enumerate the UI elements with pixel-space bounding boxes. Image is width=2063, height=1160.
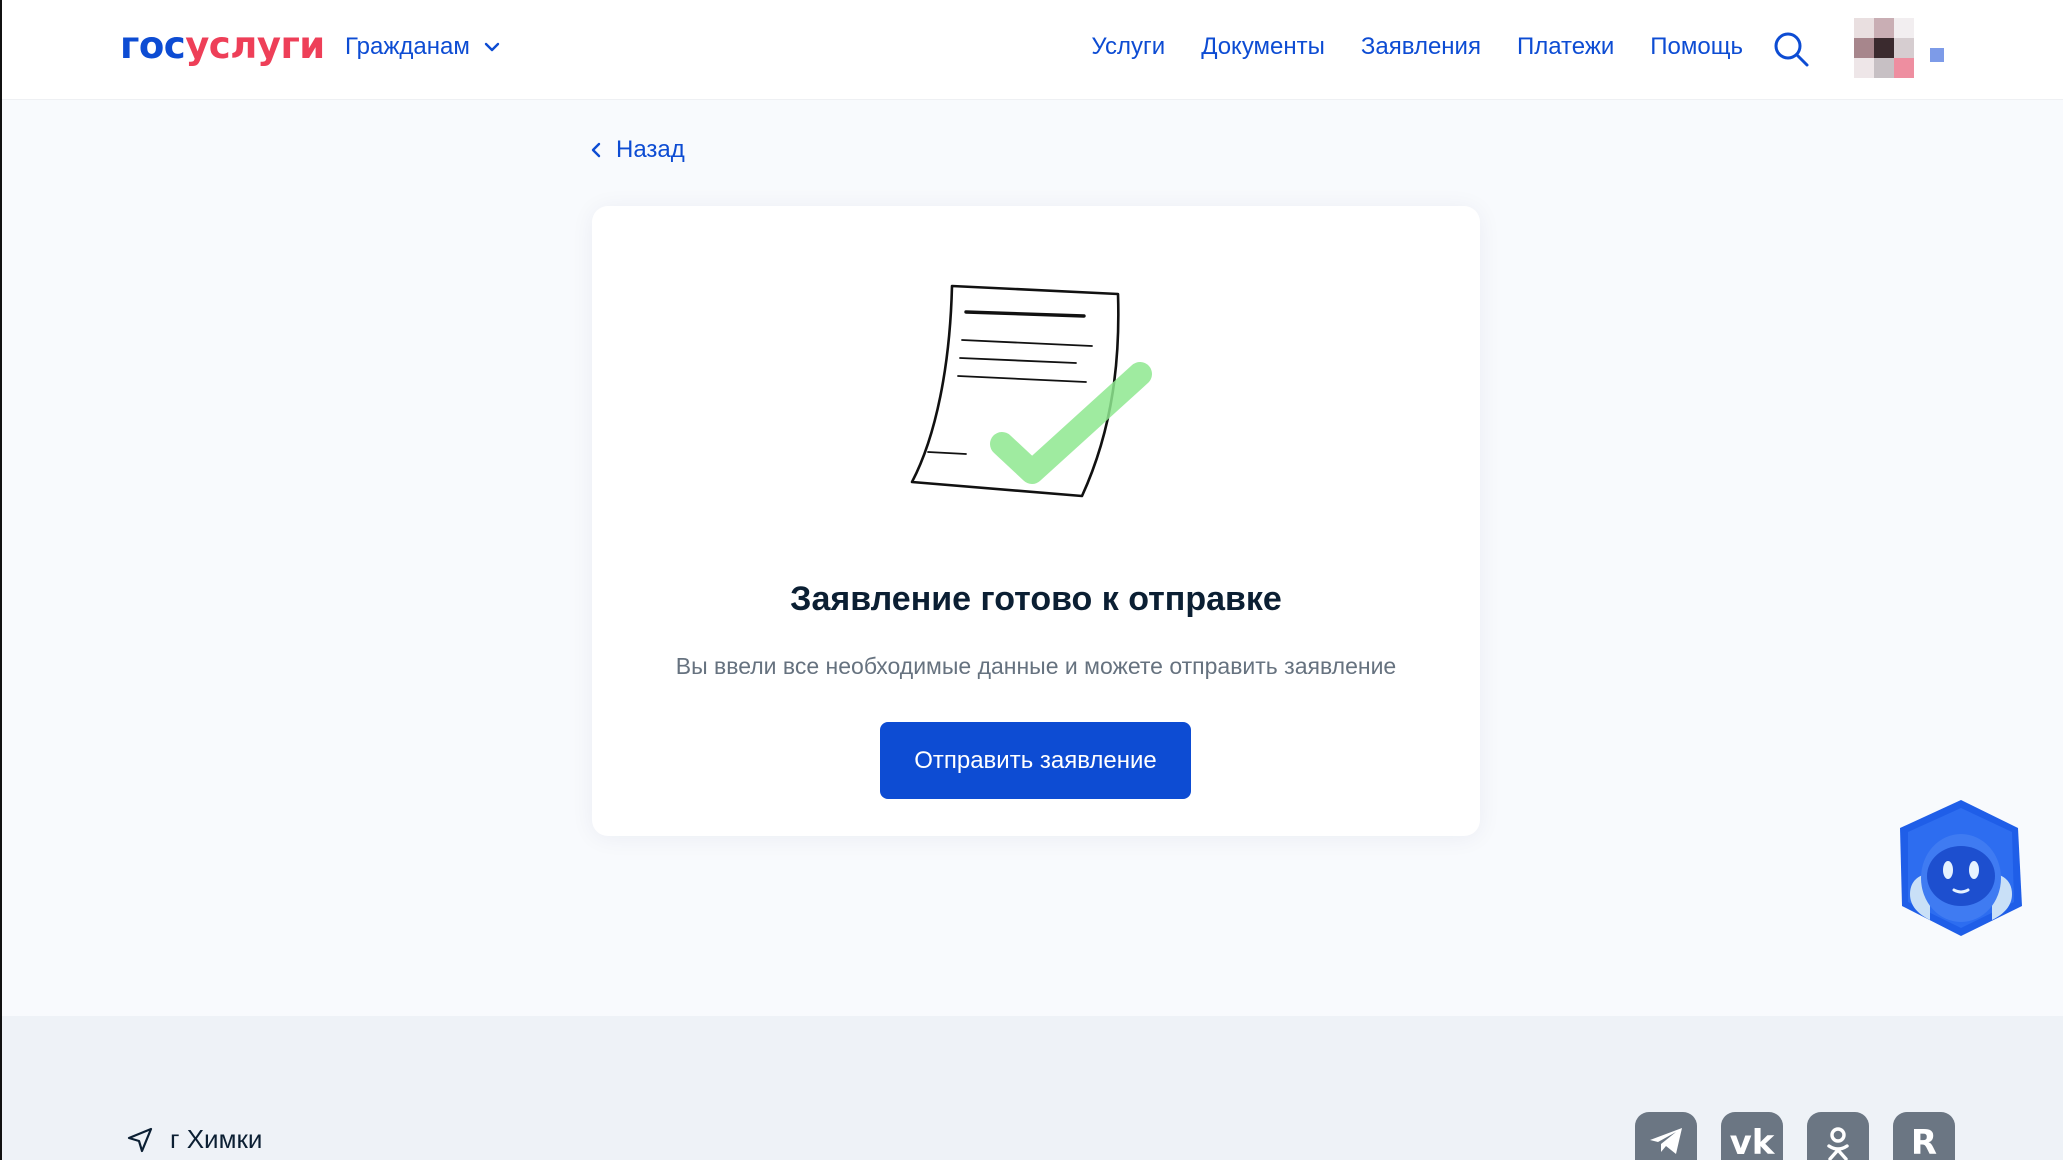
nav-applications[interactable]: Заявления	[1361, 33, 1481, 61]
back-link[interactable]: Назад	[590, 136, 685, 164]
telegram-glyph	[1650, 1128, 1682, 1154]
nav-payments[interactable]: Платежи	[1517, 33, 1614, 61]
vk-glyph: vk	[1729, 1123, 1775, 1160]
social-links: vk R	[1635, 1112, 1955, 1160]
odnoklassniki-icon[interactable]	[1807, 1112, 1869, 1160]
rutube-glyph: R	[1910, 1123, 1938, 1160]
search-icon[interactable]	[1772, 30, 1810, 68]
card-description: Вы ввели все необходимые данные и можете…	[675, 653, 1397, 679]
ok-glyph	[1827, 1127, 1849, 1160]
main-nav: Услуги Документы Заявления Платежи Помощ…	[1091, 33, 1743, 61]
footer: г Химки vk R	[2, 1016, 2063, 1160]
role-dropdown[interactable]: Гражданам	[345, 33, 500, 61]
telegram-icon[interactable]	[1635, 1112, 1697, 1160]
role-label: Гражданам	[345, 33, 470, 60]
location-selector[interactable]: г Химки	[126, 1124, 262, 1155]
user-avatar[interactable]	[1854, 18, 1914, 78]
notification-indicator	[1930, 48, 1944, 62]
top-header: госуслуги Гражданам Услуги Документы Зая…	[2, 0, 2063, 99]
chevron-left-icon	[591, 142, 601, 158]
document-check-illustration	[910, 284, 1152, 498]
nav-help[interactable]: Помощь	[1650, 33, 1743, 61]
nav-documents[interactable]: Документы	[1201, 33, 1325, 61]
ready-card: Заявление готово к отправке Вы ввели все…	[592, 206, 1480, 836]
assistant-robot-icon[interactable]	[1896, 798, 2026, 938]
card-title: Заявление готово к отправке	[790, 580, 1282, 618]
submit-application-button[interactable]: Отправить заявление	[880, 722, 1191, 799]
nav-services[interactable]: Услуги	[1091, 33, 1165, 61]
page: госуслуги Гражданам Услуги Документы Зая…	[0, 0, 2063, 1160]
vk-icon[interactable]: vk	[1721, 1112, 1783, 1160]
chevron-down-icon	[484, 42, 500, 52]
back-label: Назад	[616, 136, 685, 163]
gosuslugi-logo[interactable]: госуслуги	[120, 24, 325, 67]
location-label: г Химки	[170, 1124, 263, 1154]
location-arrow-icon	[127, 1127, 153, 1152]
rutube-icon[interactable]: R	[1893, 1112, 1955, 1160]
